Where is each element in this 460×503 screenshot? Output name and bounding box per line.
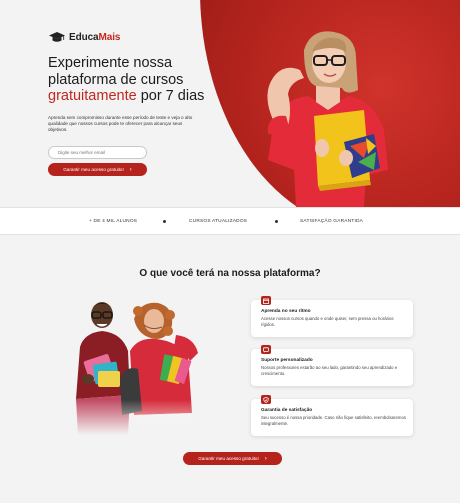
brand-logo[interactable]: EducaMais	[49, 32, 120, 43]
separator-dot	[275, 220, 278, 223]
benefit-card-text: Acesse nossos cursos quando e onde quise…	[261, 316, 394, 327]
shield-check-icon	[261, 395, 271, 404]
cta-label: Garantir meu acesso gratuito!	[63, 167, 124, 172]
benefit-card: Garantia de satisfação Seu sucesso é nos…	[251, 395, 413, 436]
hero-section: EducaMais Experimente nossa plataforma d…	[0, 0, 460, 207]
benefit-card-title: Aprenda no seu ritmo	[261, 309, 311, 314]
student-photo	[267, 31, 388, 207]
hero-title-accent: gratuitamente	[48, 88, 137, 104]
benefit-card-text: Nossos professores estarão ao seu lado, …	[261, 365, 398, 376]
chevron-right-icon: ›	[264, 455, 267, 462]
hero-title: Experimente nossa plataforma de cursos g…	[48, 55, 205, 104]
calendar-icon	[261, 296, 271, 305]
cta-button[interactable]: Garantir meu acesso gratuito! ›	[48, 163, 147, 176]
chevron-right-icon: ›	[129, 166, 132, 173]
benefit-card: Aprenda no seu ritmo Acesse nossos curso…	[251, 296, 413, 337]
email-input[interactable]	[48, 146, 147, 159]
separator-dot	[163, 220, 166, 223]
benefit-card: Suporte personalizado Nossos professores…	[251, 345, 413, 386]
highlights-strip: + DE 4 MIL ALUNOS CURSOS ATUALIZADOS SAT…	[0, 207, 460, 235]
highlight-students: + DE 4 MIL ALUNOS	[89, 219, 138, 224]
hero-description: Aprenda sem compromisso durante esse per…	[48, 115, 193, 132]
highlight-courses: CURSOS ATUALIZADOS	[189, 219, 248, 224]
cta-label: Garantir meu acesso gratuito!	[198, 456, 259, 461]
benefit-card-title: Suporte personalizado	[261, 358, 313, 363]
benefits-title: O que você terá na nossa plataforma?	[139, 268, 321, 279]
graduation-cap-icon	[49, 32, 65, 42]
cta-button-bottom[interactable]: Garantir meu acesso gratuito! ›	[183, 452, 282, 465]
benefit-card-text: Seu sucesso é nossa prioridade. Caso não…	[261, 415, 406, 426]
students-photo	[76, 302, 198, 435]
benefit-card-title: Garantia de satisfação	[261, 408, 313, 413]
brand-name: EducaMais	[69, 32, 121, 43]
highlight-satisfaction: SATISFAÇÃO GARANTIDA	[300, 219, 364, 224]
chat-icon	[261, 345, 271, 354]
